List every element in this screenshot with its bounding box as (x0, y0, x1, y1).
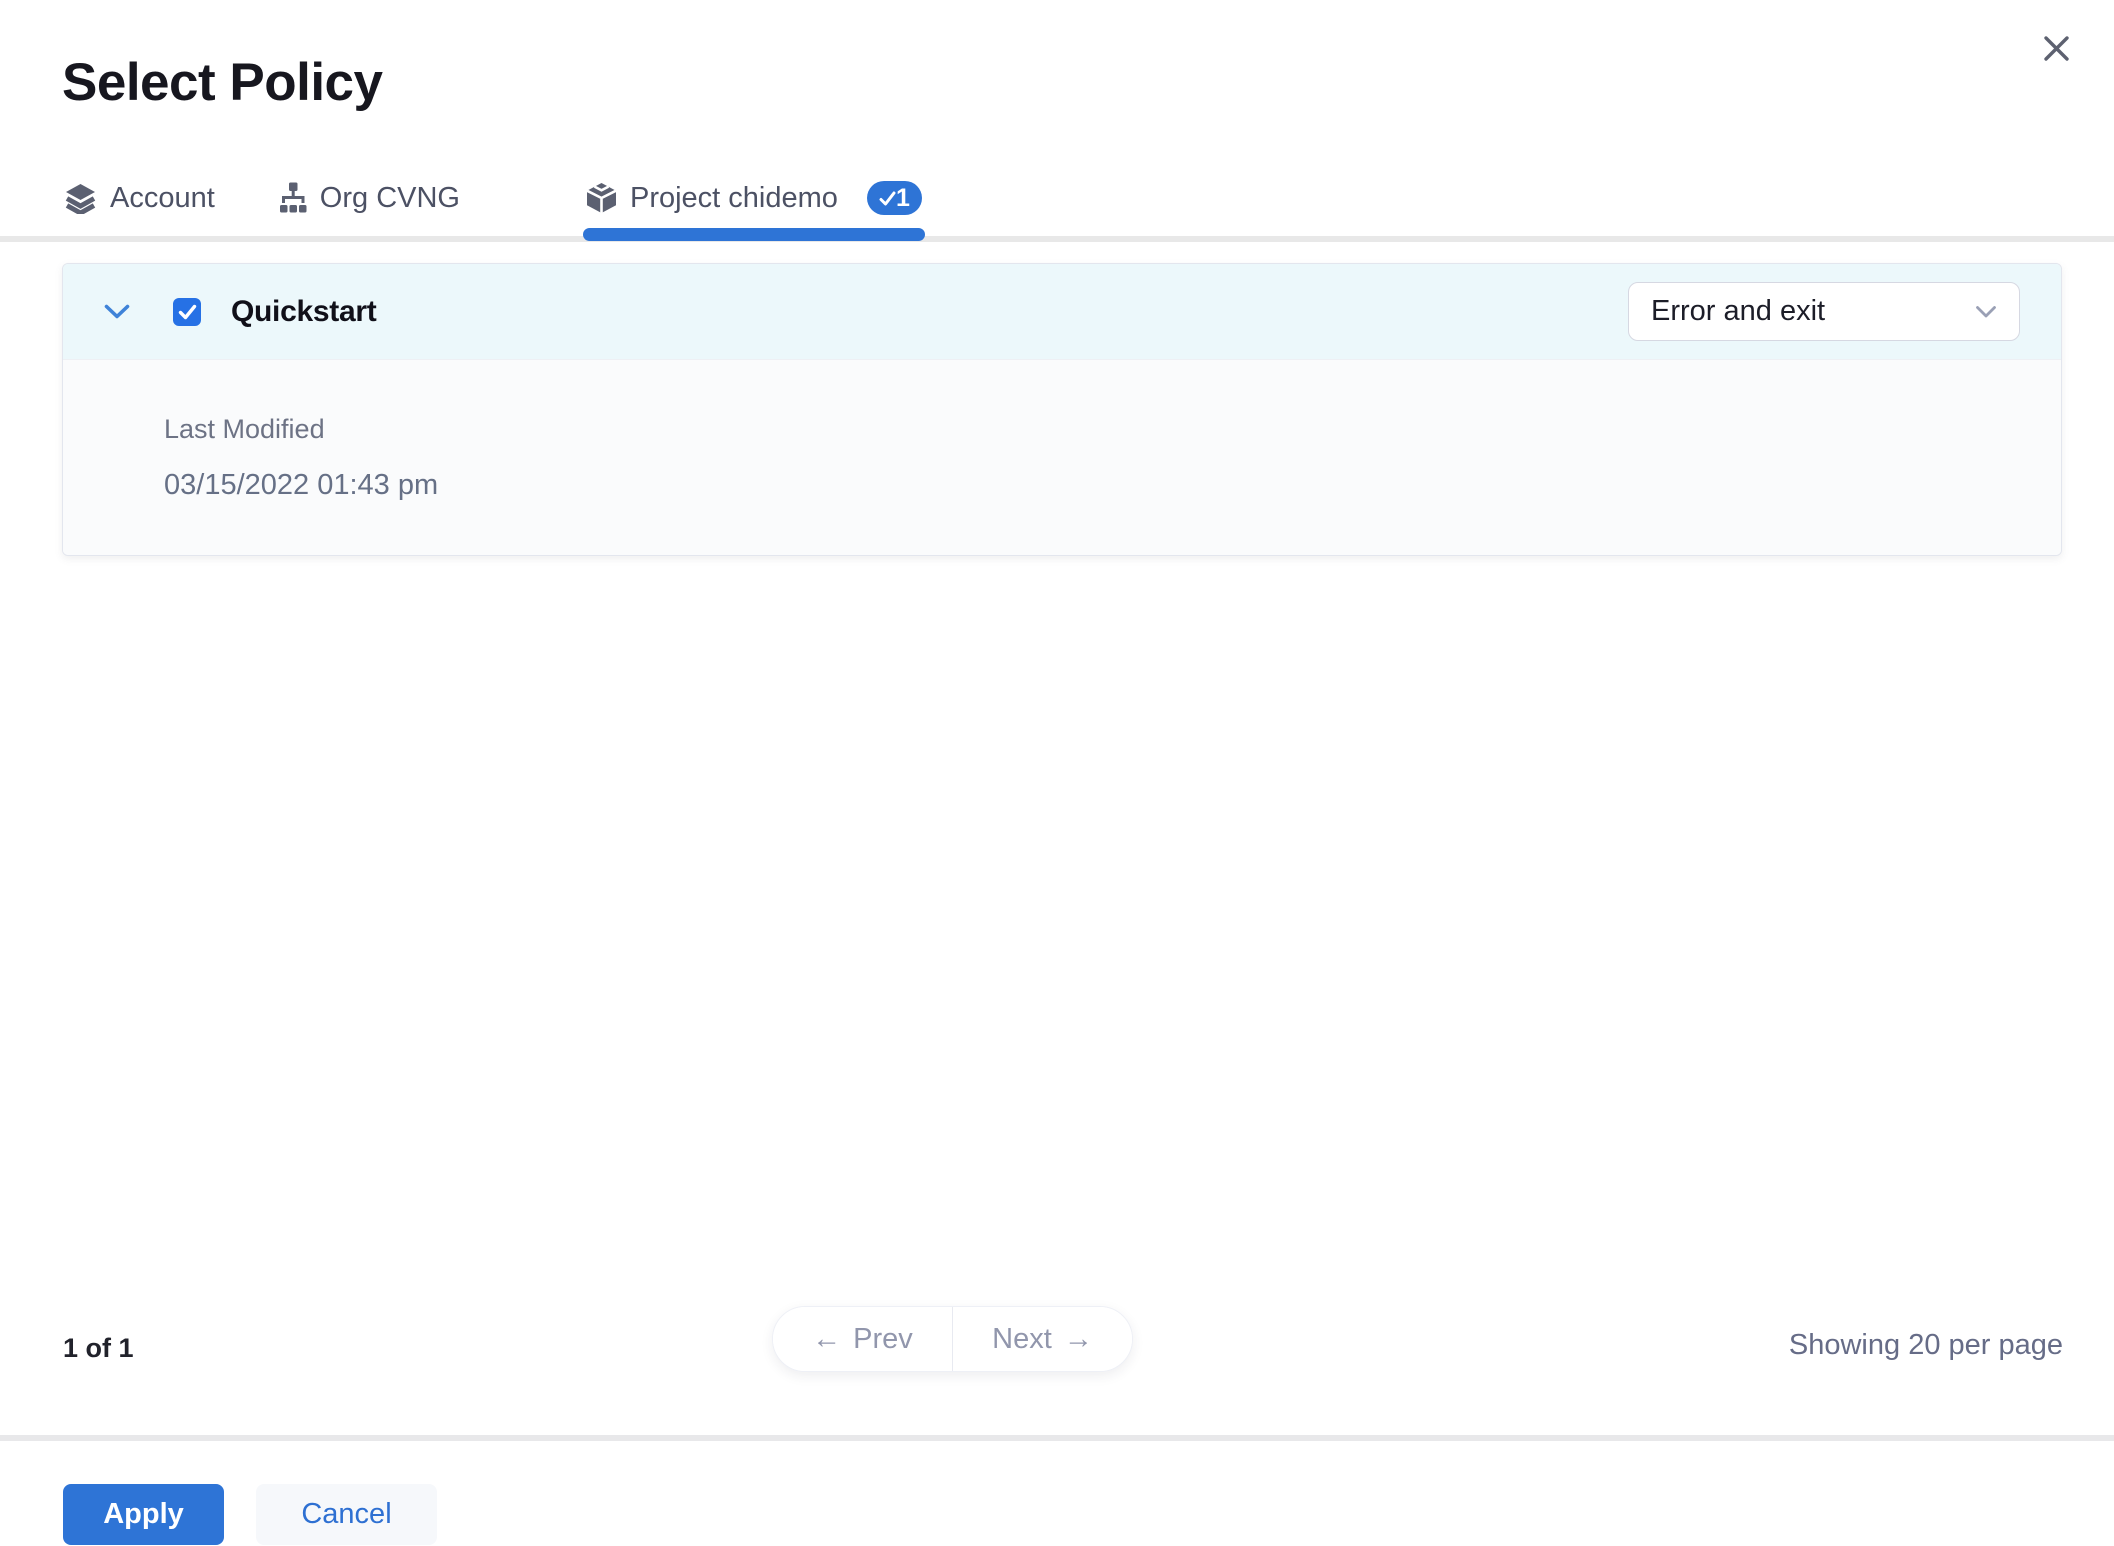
page-indicator: 1 of 1 (63, 1333, 134, 1363)
tab-account[interactable]: Account (64, 182, 215, 215)
policy-name: Quickstart (231, 294, 377, 328)
close-icon (2040, 32, 2073, 65)
cancel-button[interactable]: Cancel (256, 1484, 437, 1545)
check-icon (879, 191, 896, 206)
failure-action-select[interactable]: Error and exit (1628, 282, 2020, 341)
close-button[interactable] (2032, 24, 2080, 72)
footer-divider (0, 1435, 2114, 1441)
per-page-text: Showing 20 per page (1788, 1329, 2063, 1361)
policy-details: Last Modified 03/15/2022 01:43 pm (63, 359, 2061, 555)
arrow-right-icon: → (1063, 1322, 1093, 1355)
prev-button[interactable]: ← Prev (773, 1307, 952, 1371)
chevron-down-icon (1975, 305, 1997, 319)
tabs-divider (0, 236, 2114, 242)
next-button[interactable]: Next → (952, 1307, 1132, 1371)
layers-icon (64, 183, 97, 214)
scope-tabs: Account Org CVNG Project chidemo 1 (64, 179, 925, 241)
policy-row[interactable]: Quickstart Error and exit (63, 264, 2061, 359)
policy-card: Quickstart Error and exit Last Modified … (62, 263, 2062, 556)
policy-checkbox[interactable] (173, 297, 201, 326)
selected-count-badge: 1 (866, 181, 922, 215)
pager: ← Prev Next → (772, 1306, 1133, 1372)
tab-label: Account (110, 181, 215, 214)
tab-label: Org CVNG (319, 181, 460, 214)
tab-org-cvng[interactable]: Org CVNG (279, 182, 460, 215)
page-title: Select Policy (62, 53, 383, 112)
tab-project-chidemo[interactable]: Project chidemo 1 (582, 181, 925, 241)
expander-chevron-down-icon[interactable] (104, 304, 130, 320)
next-label: Next (992, 1322, 1052, 1355)
tab-label: Project chidemo (629, 181, 838, 214)
apply-button[interactable]: Apply (63, 1484, 224, 1545)
select-value: Error and exit (1651, 295, 1826, 327)
check-icon (178, 304, 197, 320)
last-modified-label: Last Modified (164, 414, 325, 444)
arrow-left-icon: ← (812, 1322, 842, 1355)
org-hierarchy-icon (279, 182, 307, 214)
cube-icon (586, 182, 617, 214)
badge-count: 1 (895, 183, 910, 212)
last-modified-value: 03/15/2022 01:43 pm (164, 469, 439, 501)
prev-label: Prev (853, 1322, 913, 1355)
